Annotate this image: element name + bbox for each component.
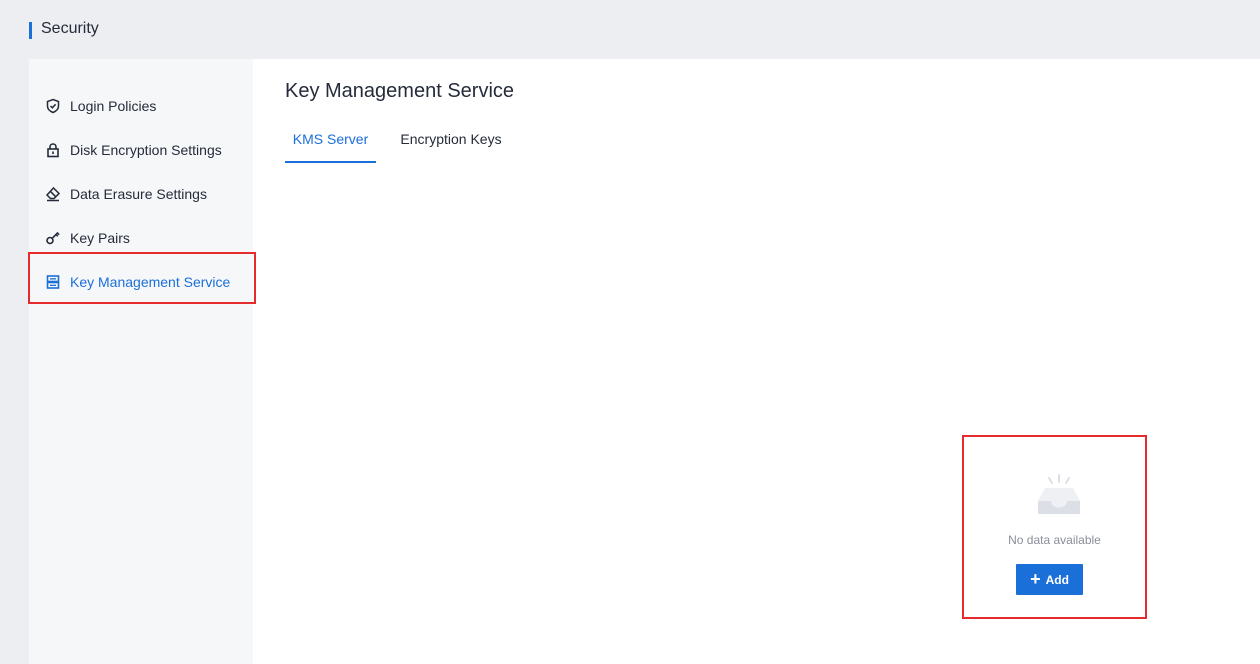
top-bar: Security [0,0,1260,59]
sidebar-item-disk-encryption[interactable]: Disk Encryption Settings [29,130,253,170]
page-title: Key Management Service [285,80,515,102]
key-icon [45,230,61,246]
sidebar: Login Policies Disk Encryption Settings … [29,59,253,664]
sidebar-item-key-management-service[interactable]: Key Management Service [29,262,253,302]
sidebar-item-data-erasure[interactable]: Data Erasure Settings [29,174,253,214]
eraser-icon [45,186,61,202]
tab-kms-server[interactable]: KMS Server [285,125,376,163]
sidebar-item-key-pairs[interactable]: Key Pairs [29,218,253,258]
server-icon [45,274,61,290]
sidebar-item-label: Key Pairs [70,230,130,246]
lock-icon [45,142,61,158]
title-accent-bar [29,22,32,39]
add-button[interactable]: + Add [1016,564,1083,595]
add-button-label: Add [1045,572,1069,587]
empty-message: No data available [1008,533,1101,547]
page-section-title: Security [41,20,99,37]
empty-state: No data available + Add [963,436,1146,618]
sidebar-item-label: Disk Encryption Settings [70,142,222,158]
main-content: Key Management Service KMS Server Encryp… [253,59,1260,664]
sidebar-item-label: Login Policies [70,98,157,114]
empty-inbox-icon [1038,474,1080,514]
tab-encryption-keys[interactable]: Encryption Keys [396,125,506,163]
sidebar-item-login-policies[interactable]: Login Policies [29,86,253,126]
plus-icon: + [1030,568,1041,589]
shield-icon [45,98,61,114]
sidebar-item-label: Key Management Service [70,274,231,290]
sidebar-item-label: Data Erasure Settings [70,186,207,202]
